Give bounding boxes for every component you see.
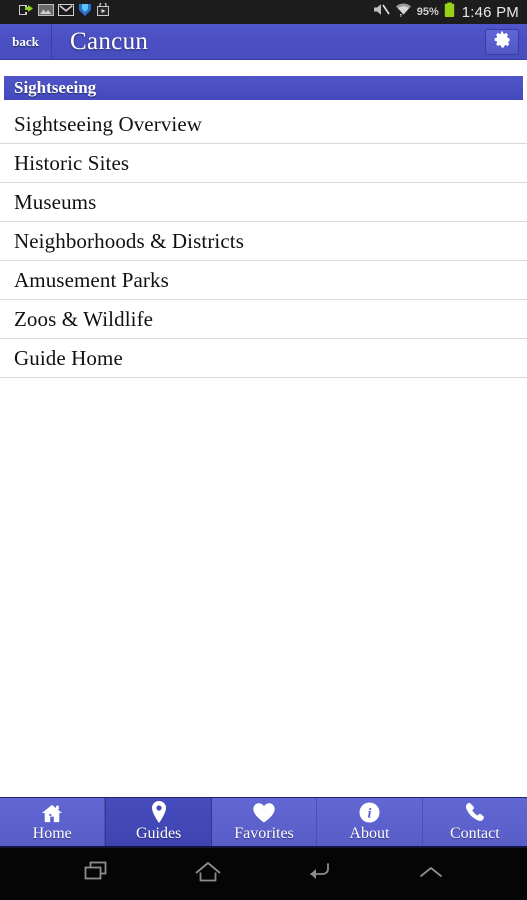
tab-contact-label: Contact: [449, 825, 500, 842]
wifi-icon: [395, 2, 412, 22]
home-button[interactable]: [181, 854, 235, 894]
list-item[interactable]: Sightseeing Overview: [0, 105, 527, 144]
recents-button[interactable]: [69, 854, 123, 894]
list-item[interactable]: Amusement Parks: [0, 261, 527, 300]
app-screen: 95% 1:46 PM back Cancun Sightseeing Sigh…: [0, 0, 527, 900]
list-item-label: Historic Sites: [14, 150, 130, 175]
android-nav-bar: [0, 848, 527, 900]
chevron-up-icon: [418, 864, 444, 885]
status-bar-notification-icons: [8, 0, 110, 22]
heart-icon: [252, 801, 276, 823]
tab-guides-label: Guides: [135, 825, 182, 842]
bottom-tab-bar: Home Guides Favorites i About Contact: [0, 797, 527, 848]
svg-text:i: i: [368, 806, 372, 821]
status-bar-system-icons: 95% 1:46 PM: [372, 2, 519, 23]
shield-app-icon: [78, 3, 92, 22]
back-button[interactable]: [292, 854, 346, 894]
tab-home[interactable]: Home: [0, 798, 106, 846]
usb-transfer-icon: [18, 3, 34, 22]
info-circle-icon: i: [359, 801, 380, 823]
mute-icon: [372, 2, 390, 22]
list-item[interactable]: Zoos & Wildlife: [0, 300, 527, 339]
home-icon: [41, 801, 63, 823]
home-icon: [194, 861, 222, 888]
sightseeing-list: Sightseeing Overview Historic Sites Muse…: [0, 105, 527, 378]
tab-favorites[interactable]: Favorites: [211, 798, 318, 846]
tab-home-label: Home: [32, 825, 72, 842]
list-item-label: Zoos & Wildlife: [14, 306, 154, 331]
list-item-label: Sightseeing Overview: [14, 111, 203, 136]
map-pin-icon: [150, 801, 168, 823]
section-header: Sightseeing: [4, 76, 523, 100]
tab-about[interactable]: i About: [317, 798, 423, 846]
phone-icon: [464, 801, 486, 823]
expand-menu-button[interactable]: [404, 854, 458, 894]
page-title: Cancun: [70, 27, 149, 55]
list-item-label: Museums: [14, 189, 97, 214]
list-item-label: Guide Home: [14, 345, 123, 370]
section-header-label: Sightseeing: [14, 78, 97, 97]
battery-percent-label: 95%: [416, 6, 439, 18]
gmail-icon: [58, 3, 74, 22]
status-bar-clock: 1:46 PM: [461, 3, 519, 21]
tab-contact[interactable]: Contact: [422, 798, 527, 846]
android-status-bar: 95% 1:46 PM: [0, 0, 527, 24]
tab-favorites-label: Favorites: [234, 825, 294, 842]
gallery-image-icon: [38, 3, 54, 22]
list-item-label: Neighborhoods & Districts: [14, 228, 244, 253]
app-title-bar: back Cancun: [0, 23, 527, 60]
list-item[interactable]: Museums: [0, 183, 527, 222]
gear-icon: [494, 31, 511, 53]
recents-icon: [83, 861, 109, 888]
play-store-icon: [96, 0, 110, 22]
battery-icon: [444, 2, 455, 23]
back-button-label: back: [12, 33, 39, 49]
list-item[interactable]: Guide Home: [0, 339, 527, 378]
list-item[interactable]: Historic Sites: [0, 144, 527, 183]
list-item-label: Amusement Parks: [14, 267, 169, 292]
tab-about-label: About: [349, 825, 390, 842]
back-button[interactable]: back: [0, 23, 52, 60]
settings-button[interactable]: [485, 28, 519, 55]
back-icon: [306, 861, 332, 888]
tab-guides[interactable]: Guides: [105, 798, 212, 846]
list-item[interactable]: Neighborhoods & Districts: [0, 222, 527, 261]
